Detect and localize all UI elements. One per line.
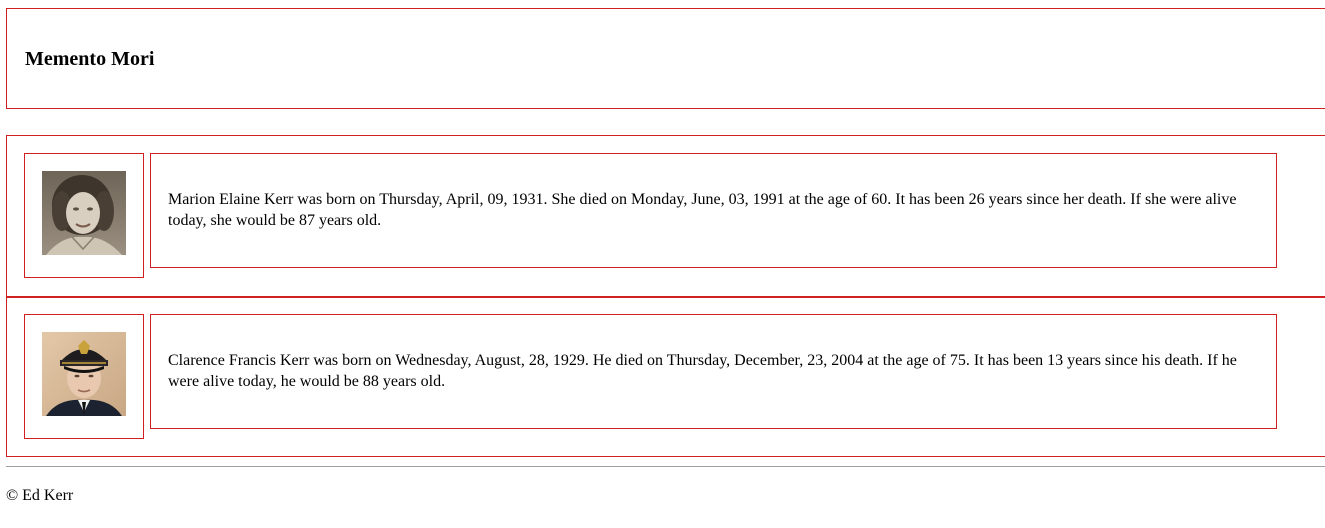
person-bio-box: Marion Elaine Kerr was born on Thursday,… xyxy=(150,153,1277,268)
page-header: Memento Mori xyxy=(6,8,1325,109)
person-bio-box: Clarence Francis Kerr was born on Wednes… xyxy=(150,314,1277,429)
people-list: Marion Elaine Kerr was born on Thursday,… xyxy=(6,135,1325,457)
footer-divider xyxy=(6,466,1325,467)
portrait-man-in-uniform-image xyxy=(42,332,126,416)
person-bio: Clarence Francis Kerr was born on Wednes… xyxy=(168,352,1237,390)
person-bio: Marion Elaine Kerr was born on Thursday,… xyxy=(168,191,1237,229)
person-photo-frame xyxy=(24,153,144,278)
page-title: Memento Mori xyxy=(25,48,155,70)
footer-copyright: © Ed Kerr xyxy=(6,487,74,504)
person-photo-frame xyxy=(24,314,144,439)
row-divider xyxy=(7,296,1325,298)
portrait-woman-image xyxy=(42,171,126,255)
